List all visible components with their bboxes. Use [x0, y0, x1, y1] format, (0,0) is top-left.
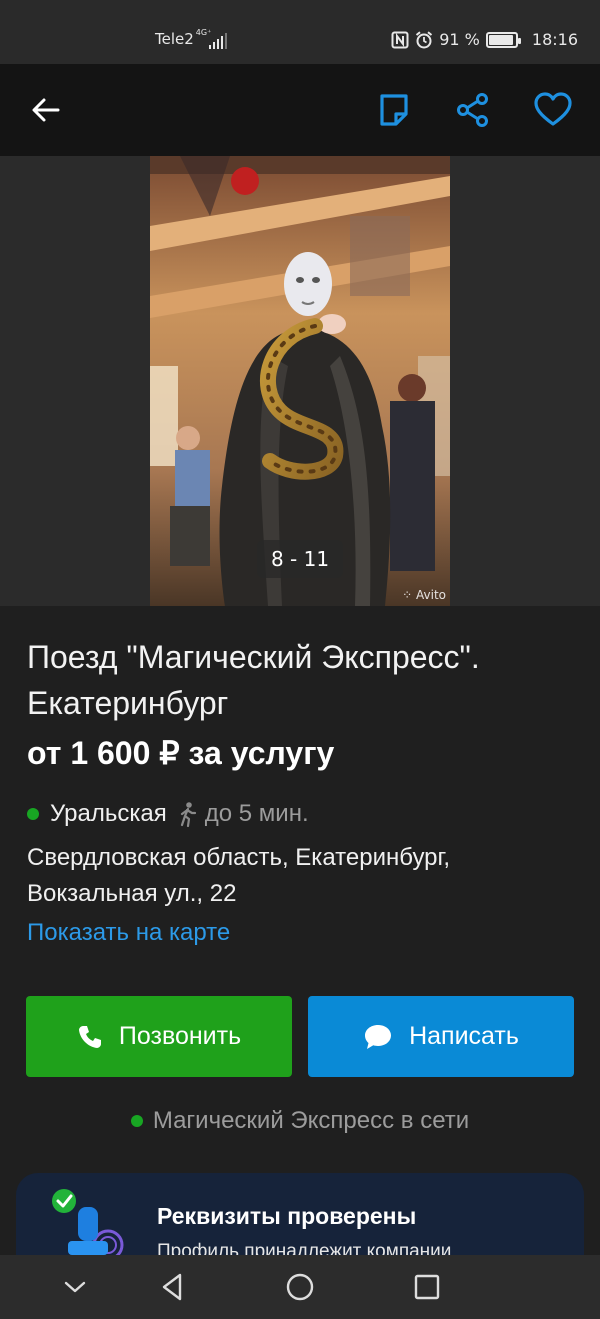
signal-icon: [209, 33, 227, 49]
battery-percent: 91 %: [439, 30, 480, 49]
metro-info: Уральская до 5 мин.: [27, 800, 309, 828]
photo-gallery[interactable]: ⁘ Avito 8 - 11: [0, 156, 600, 606]
listing-address: Свердловская область, Екатеринбург, Вокз…: [27, 844, 451, 907]
online-indicator: [130, 1115, 143, 1127]
note-icon[interactable]: [374, 90, 414, 130]
phone-icon: [78, 1025, 101, 1048]
seller-online-text: Магический Экспресс в сети: [152, 1107, 470, 1134]
listing-title: Поезд "Магический Экспресс". Екатеринбур…: [27, 639, 480, 721]
status-bar: Tele2 4G⁺ 91 % 18:16: [0, 0, 600, 64]
call-button[interactable]: Позвонить: [26, 996, 292, 1077]
metro-station: Уральская: [50, 800, 167, 827]
alarm-icon: [416, 30, 433, 48]
system-nav-bar: [0, 1255, 600, 1319]
nav-back-icon[interactable]: [156, 1271, 188, 1303]
metro-line-dot: [27, 808, 39, 820]
photo-counter: 8 - 11: [257, 540, 343, 578]
photo-image: [150, 156, 450, 606]
battery-icon: [485, 31, 521, 48]
status-right: 91 % 18:16: [391, 30, 578, 49]
watermark-text: Avito: [416, 588, 446, 602]
clock: 18:16: [531, 30, 578, 49]
heart-icon[interactable]: [533, 90, 573, 130]
call-button-label: Позвонить: [118, 1022, 242, 1050]
watermark-dots-icon: ⁘: [402, 588, 416, 602]
chat-bubble-icon: [365, 1024, 392, 1049]
battery-fill: [488, 34, 513, 45]
carrier-label: Tele2 4G⁺: [155, 28, 211, 48]
metro-walk-time: до 5 мин.: [204, 800, 309, 827]
listing-price: от 1 600 ₽ за услугу: [27, 735, 335, 771]
seller-online-status: Магический Экспресс в сети: [0, 1107, 600, 1135]
carrier-name: Tele2: [155, 30, 194, 48]
share-icon[interactable]: [453, 90, 493, 130]
nav-recents-icon[interactable]: [411, 1271, 443, 1303]
verified-title: Реквизиты проверены: [157, 1203, 417, 1229]
show-on-map-link[interactable]: Показать на карте: [27, 919, 230, 947]
top-bar: [0, 64, 600, 156]
back-arrow-icon[interactable]: [28, 92, 64, 128]
nfc-icon: [391, 31, 409, 48]
chevron-down-icon[interactable]: [59, 1271, 91, 1303]
walking-icon: [180, 802, 196, 827]
nav-home-icon[interactable]: [284, 1271, 316, 1303]
message-button-label: Написать: [409, 1022, 519, 1050]
message-button[interactable]: Написать: [308, 996, 574, 1077]
avito-watermark: ⁘ Avito: [402, 588, 446, 602]
listing-photo[interactable]: ⁘ Avito: [150, 156, 450, 606]
